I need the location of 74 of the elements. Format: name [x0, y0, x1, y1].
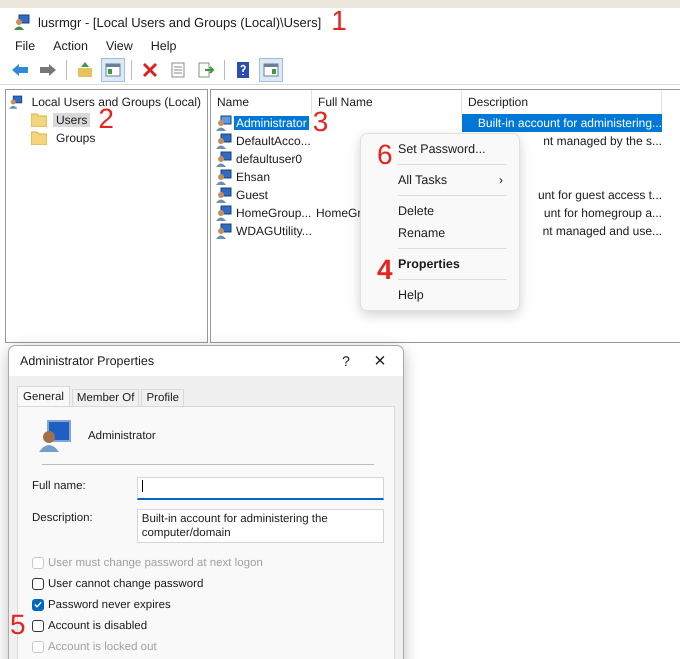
- user-name[interactable]: Guest: [234, 188, 270, 202]
- delete-icon: [141, 61, 159, 79]
- menu-item[interactable]: Rename: [361, 222, 519, 244]
- description-text: nt managed by the s...: [543, 134, 662, 148]
- pane-icon: [104, 61, 122, 79]
- user-name[interactable]: Administrator: [234, 116, 309, 130]
- submenu-arrow: ›: [498, 172, 503, 189]
- user-name[interactable]: DefaultAcco...: [234, 134, 313, 148]
- tree-item[interactable]: Local Users and Groups (Local): [28, 95, 204, 109]
- field-label: Full name:: [32, 479, 87, 492]
- checkbox-label: Account is locked out: [48, 640, 157, 652]
- tab[interactable]: Profile: [141, 389, 184, 406]
- users-app-icon: [14, 14, 30, 30]
- user-icon: [216, 223, 232, 239]
- pane-icon: [262, 61, 280, 79]
- checkbox[interactable]: [32, 578, 44, 590]
- menu-item[interactable]: Help: [361, 284, 519, 306]
- export-icon: [197, 61, 215, 79]
- checkbox[interactable]: [32, 620, 44, 632]
- step-number: 1: [331, 8, 347, 34]
- user-icon: [38, 420, 72, 452]
- user-icon: [216, 187, 232, 203]
- document-icon: [169, 61, 187, 79]
- user-name[interactable]: Ehsan: [234, 170, 272, 184]
- user-name: Administrator: [88, 430, 156, 442]
- computer-user-icon: [9, 94, 23, 110]
- user-name[interactable]: WDAGUtility...: [234, 224, 314, 238]
- forward-arrow-icon: [39, 61, 57, 79]
- up-folder-icon: [76, 61, 94, 79]
- checkbox-label: User cannot change password: [48, 578, 204, 590]
- toolbar-button[interactable]: [259, 58, 283, 82]
- step-number: 4: [377, 257, 393, 283]
- dialog-title: Administrator Properties: [20, 354, 156, 368]
- help-icon: [234, 61, 252, 79]
- user-icon: [216, 205, 232, 221]
- description-text: Built-in account for administering...: [478, 116, 662, 130]
- help-button[interactable]: ?: [329, 353, 363, 369]
- tree-item[interactable]: Users: [53, 113, 90, 127]
- tab[interactable]: Member Of: [72, 389, 140, 406]
- column-header[interactable]: Name: [211, 90, 312, 114]
- description-text: nt managed and use...: [542, 224, 662, 238]
- checkbox-label: User must change password at next logon: [48, 556, 263, 568]
- toolbar-button[interactable]: [101, 58, 125, 82]
- checkbox-label: Account is disabled: [48, 620, 148, 632]
- menu-item[interactable]: All Tasks ›: [361, 169, 519, 191]
- input-field[interactable]: [136, 477, 384, 500]
- user-name[interactable]: HomeGroup...: [234, 206, 314, 220]
- user-icon: [216, 169, 232, 185]
- menu-item[interactable]: Help: [150, 39, 176, 53]
- step-number: 5: [10, 612, 26, 638]
- checkbox[interactable]: [32, 598, 44, 610]
- menu-item[interactable]: Delete: [361, 200, 519, 222]
- user-icon: [216, 133, 232, 149]
- input-field[interactable]: Built-in account for administering the computer/domain: [136, 509, 384, 543]
- menu-item[interactable]: File: [15, 39, 36, 53]
- field-label: Description:: [32, 511, 94, 524]
- menu-item[interactable]: View: [106, 39, 133, 53]
- step-number: 6: [377, 142, 393, 168]
- checkbox-label: Password never expires: [48, 598, 171, 610]
- user-icon: [216, 151, 232, 167]
- close-button[interactable]: ×: [363, 350, 397, 372]
- user-name[interactable]: defaultuser0: [234, 152, 304, 166]
- back-arrow-icon: [11, 61, 29, 79]
- menu-item[interactable]: Action: [53, 39, 88, 53]
- folder-icon: [31, 131, 47, 145]
- tree-item[interactable]: Groups: [53, 131, 98, 145]
- full-name: HomeGr: [316, 206, 362, 220]
- tab[interactable]: General: [17, 386, 70, 406]
- window-title: lusrmgr - [Local Users and Groups (Local)\Users]: [38, 14, 322, 30]
- user-icon: [216, 115, 232, 131]
- description-text: unt for homegroup a...: [544, 206, 662, 220]
- description-text: unt for guest access t...: [538, 188, 662, 202]
- step-number: 2: [98, 106, 114, 132]
- folder-icon: [31, 113, 47, 127]
